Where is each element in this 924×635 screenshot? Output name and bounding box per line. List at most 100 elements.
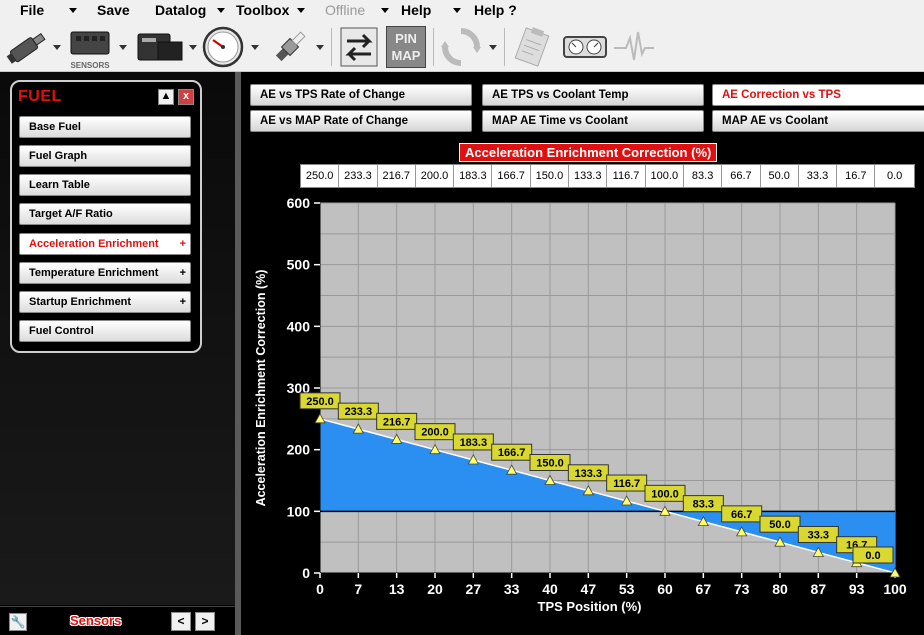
value-cell[interactable]: 166.7 xyxy=(492,165,531,187)
x-tick-label: 47 xyxy=(581,581,597,597)
transfer-icon[interactable] xyxy=(339,26,379,68)
x-tick-label: 0 xyxy=(316,581,324,597)
sensors-dropdown-icon[interactable] xyxy=(119,45,127,50)
x-axis-label: TPS Position (%) xyxy=(538,599,642,614)
y-axis-label: Acceleration Enrichment Correction (%) xyxy=(254,270,268,507)
next-button[interactable]: > xyxy=(195,612,215,631)
value-cell[interactable]: 116.7 xyxy=(607,165,646,187)
x-tick-label: 87 xyxy=(811,581,827,597)
efi-module-icon[interactable] xyxy=(134,26,186,68)
value-cell[interactable]: 50.0 xyxy=(761,165,799,187)
y-tick-label: 600 xyxy=(287,195,311,211)
x-tick-label: 80 xyxy=(772,581,788,597)
menu-help[interactable]: Help xyxy=(401,2,431,18)
pin-map-label-top: PIN xyxy=(395,31,417,46)
fuel-item-base-fuel[interactable]: Base Fuel xyxy=(19,116,191,138)
fuel-item-label: Temperature Enrichment xyxy=(29,267,159,279)
data-label: 83.3 xyxy=(693,499,714,511)
clipboard-icon[interactable] xyxy=(512,26,552,68)
tab-ae-vs-tps-rate-of-change[interactable]: AE vs TPS Rate of Change xyxy=(250,84,472,106)
value-cell[interactable]: 216.7 xyxy=(378,165,416,187)
value-cell[interactable]: 0.0 xyxy=(875,165,913,187)
value-cell[interactable]: 16.7 xyxy=(837,165,876,187)
data-label: 233.3 xyxy=(345,406,373,418)
tab-ae-correction-vs-tps[interactable]: AE Correction vs TPS xyxy=(712,84,924,106)
value-cell[interactable]: 33.3 xyxy=(799,165,838,187)
efi-dropdown-icon[interactable] xyxy=(189,45,197,50)
tab-ae-vs-map-rate-of-change[interactable]: AE vs MAP Rate of Change xyxy=(250,110,472,132)
menu-bar: File Save Datalog Toolbox Offline Help H… xyxy=(0,0,924,22)
menu-file-arrow-icon[interactable] xyxy=(69,8,77,13)
sensors-icon[interactable]: SENSORS xyxy=(66,26,114,70)
injector-dropdown-icon[interactable] xyxy=(53,45,61,50)
dual-gauge-icon[interactable] xyxy=(562,26,608,68)
fuel-item-label: Fuel Control xyxy=(29,325,94,337)
menu-toolbox[interactable]: Toolbox xyxy=(236,2,289,18)
value-cell[interactable]: 250.0 xyxy=(301,165,340,187)
spark-plug-dropdown-icon[interactable] xyxy=(316,45,324,50)
value-cell[interactable]: 200.0 xyxy=(416,165,455,187)
fuel-item-acceleration-enrichment[interactable]: Acceleration Enrichment + xyxy=(19,233,191,255)
data-label: 0.0 xyxy=(865,550,880,562)
fuel-item-learn-table[interactable]: Learn Table xyxy=(19,174,191,196)
value-cell[interactable]: 83.3 xyxy=(684,165,723,187)
spark-plug-icon[interactable] xyxy=(268,26,312,68)
sensors-title: Sensors xyxy=(70,613,122,628)
data-label: 166.7 xyxy=(498,447,526,459)
y-tick-label: 200 xyxy=(287,442,311,458)
x-tick-label: 40 xyxy=(542,581,558,597)
value-cell[interactable]: 233.3 xyxy=(339,165,378,187)
value-cell[interactable]: 133.3 xyxy=(569,165,608,187)
menu-datalog[interactable]: Datalog xyxy=(155,2,206,18)
fuel-item-target-a-f-ratio[interactable]: Target A/F Ratio xyxy=(19,203,191,225)
ae-correction-chart[interactable]: 01002003004005006000 7 13 20 27 33 40 47 53 60 67 7… xyxy=(241,190,924,635)
data-label: 200.0 xyxy=(421,427,449,439)
menu-datalog-arrow-icon[interactable] xyxy=(217,8,225,13)
menu-toolbox-arrow-icon[interactable] xyxy=(297,8,305,13)
fuel-panel-title: FUEL xyxy=(18,88,62,105)
toolbar-separator-3 xyxy=(504,28,505,66)
fuel-item-startup-enrichment[interactable]: Startup Enrichment + xyxy=(19,291,191,313)
left-panel: FUEL ▲ x Base Fuel Fuel Graph Learn Table T… xyxy=(0,72,235,635)
tab-map-ae-vs-coolant[interactable]: MAP AE vs Coolant xyxy=(712,110,924,132)
refresh-dropdown-icon[interactable] xyxy=(489,45,497,50)
y-tick-label: 100 xyxy=(287,503,311,519)
waveform-icon[interactable] xyxy=(612,26,656,68)
data-label: 216.7 xyxy=(383,416,411,428)
pin-map-icon[interactable]: PIN MAP xyxy=(386,26,426,68)
menu-file[interactable]: File xyxy=(20,2,44,18)
data-label: 250.0 xyxy=(306,396,334,408)
value-cell[interactable]: 66.7 xyxy=(722,165,761,187)
value-table: 250.0 233.3 216.7 200.0 183.3 166.7 150.0 133.3… xyxy=(300,164,915,188)
expand-plus-icon: + xyxy=(179,296,186,308)
fuel-item-fuel-control[interactable]: Fuel Control xyxy=(19,320,191,342)
wrench-icon[interactable]: 🔧 xyxy=(9,613,27,631)
value-cell[interactable]: 183.3 xyxy=(454,165,493,187)
value-cell[interactable]: 150.0 xyxy=(531,165,570,187)
x-tick-label: 73 xyxy=(734,581,750,597)
gauge-icon[interactable] xyxy=(201,26,245,68)
prev-button[interactable]: < xyxy=(171,612,191,631)
gauge-dropdown-icon[interactable] xyxy=(251,45,259,50)
fuel-item-temperature-enrichment[interactable]: Temperature Enrichment + xyxy=(19,262,191,284)
injector-icon[interactable] xyxy=(4,26,50,68)
fuel-item-label: Startup Enrichment xyxy=(29,296,132,308)
fuel-item-fuel-graph[interactable]: Fuel Graph xyxy=(19,145,191,167)
close-button[interactable]: x xyxy=(178,89,194,105)
data-label: 66.7 xyxy=(731,509,752,521)
menu-offline-arrow-icon[interactable] xyxy=(381,8,389,13)
x-tick-label: 27 xyxy=(466,581,482,597)
menu-help-question[interactable]: Help ? xyxy=(474,2,517,18)
value-cell[interactable]: 100.0 xyxy=(646,165,684,187)
app-window: File Save Datalog Toolbox Offline Help H… xyxy=(0,0,924,635)
tab-ae-tps-vs-coolant-temp[interactable]: AE TPS vs Coolant Temp xyxy=(482,84,704,106)
fuel-item-label: Target A/F Ratio xyxy=(29,208,113,220)
toolbar: SENSORS PIN MAP xyxy=(0,22,924,72)
left-panel-background: FUEL ▲ x Base Fuel Fuel Graph Learn Table T… xyxy=(0,72,235,605)
menu-help-arrow-icon[interactable] xyxy=(453,8,461,13)
menu-save[interactable]: Save xyxy=(97,2,130,18)
tab-map-ae-time-vs-coolant[interactable]: MAP AE Time vs Coolant xyxy=(482,110,704,132)
refresh-icon[interactable] xyxy=(440,26,482,68)
collapse-button[interactable]: ▲ xyxy=(158,89,174,105)
y-tick-label: 0 xyxy=(302,565,310,581)
